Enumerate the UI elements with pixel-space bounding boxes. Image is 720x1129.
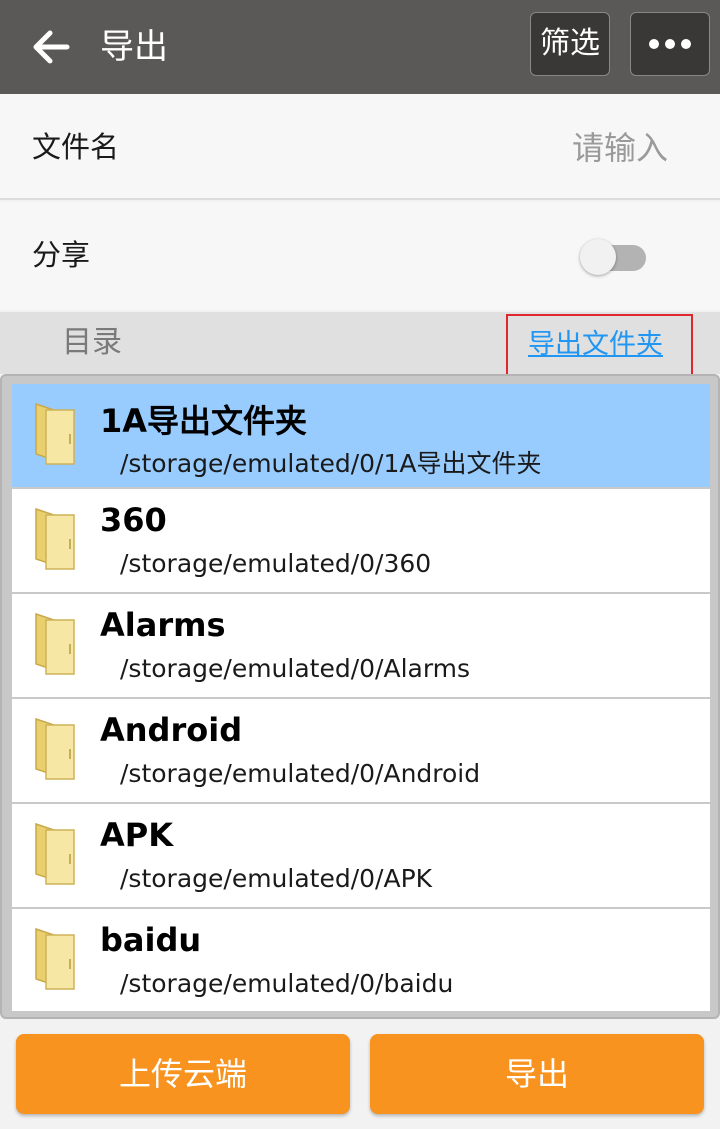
folder-path: /storage/emulated/0/APK [120,864,433,893]
folder-icon [35,402,75,465]
folder-name: Alarms [100,606,226,644]
filter-button[interactable]: 筛选 [530,12,610,76]
folder-list-item[interactable]: baidu /storage/emulated/0/baidu [12,909,710,1011]
filename-input[interactable] [368,120,668,176]
more-horizontal-icon [649,39,691,49]
arrow-left-icon [33,30,70,64]
folder-icon [35,507,75,570]
export-button[interactable]: 导出 [370,1034,704,1114]
action-bar: 上传云端 导出 [0,1019,720,1129]
folder-path: /storage/emulated/0/Android [120,759,481,788]
folder-name: APK [100,816,174,854]
folder-list-item[interactable]: APK /storage/emulated/0/APK [12,804,710,909]
folder-icon [35,612,75,675]
export-folder-link[interactable]: 导出文件夹 [528,316,663,374]
share-row: 分享 [0,202,720,310]
folder-name: 1A导出文件夹 [100,402,308,440]
filename-row: 文件名 [0,94,720,200]
folder-list-frame: 1A导出文件夹 /storage/emulated/0/1A导出文件夹 360 … [0,374,720,1019]
directory-bar: 目录 导出文件夹 [0,312,720,377]
folder-name: 360 [100,501,167,539]
more-button[interactable] [630,12,710,76]
folder-icon [35,717,75,780]
back-button[interactable] [22,18,80,76]
folder-list-item[interactable]: 360 /storage/emulated/0/360 [12,489,710,594]
export-folder-link-highlight: 导出文件夹 [506,314,693,377]
folder-icon [35,822,75,885]
folder-list-item[interactable]: Android /storage/emulated/0/Android [12,699,710,804]
folder-list-item[interactable]: Alarms /storage/emulated/0/Alarms [12,594,710,699]
share-toggle[interactable] [580,239,646,275]
folder-path: /storage/emulated/0/baidu [120,969,454,998]
folder-path: /storage/emulated/0/Alarms [120,654,471,683]
share-toggle-thumb [580,239,616,275]
folder-name: baidu [100,921,202,959]
folder-list-item[interactable]: 1A导出文件夹 /storage/emulated/0/1A导出文件夹 [12,384,710,489]
folder-list[interactable]: 1A导出文件夹 /storage/emulated/0/1A导出文件夹 360 … [12,384,710,1011]
filename-label: 文件名 [32,130,120,164]
share-label: 分享 [32,238,91,272]
directory-label: 目录 [62,325,122,360]
app-header: 导出 筛选 [0,0,720,94]
folder-path: /storage/emulated/0/360 [120,549,432,578]
folder-path: /storage/emulated/0/1A导出文件夹 [120,449,542,478]
upload-cloud-button[interactable]: 上传云端 [16,1034,350,1114]
folder-icon [35,927,75,990]
page-title: 导出 [100,27,168,67]
folder-name: Android [100,711,243,749]
export-screen: 导出 筛选 文件名 分享 目录 导出文件夹 [0,0,720,1129]
